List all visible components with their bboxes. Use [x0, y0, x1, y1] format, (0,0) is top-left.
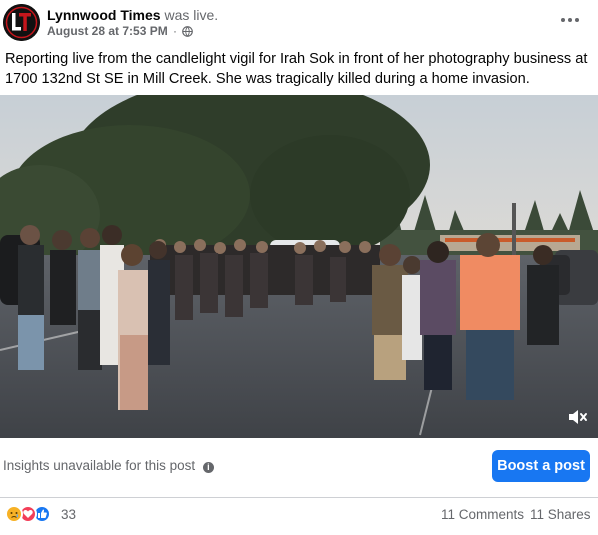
more-dot	[575, 18, 579, 22]
speaker-muted-icon[interactable]	[566, 406, 588, 428]
meta-separator: ·	[173, 24, 178, 38]
video-frame	[0, 95, 598, 438]
sad-reaction-icon	[5, 505, 23, 523]
boost-post-button[interactable]: Boost a post	[492, 450, 590, 482]
info-icon[interactable]: i	[202, 462, 214, 473]
more-dot	[568, 18, 572, 22]
author-name[interactable]: Lynnwood Times	[47, 7, 161, 23]
live-video[interactable]	[0, 95, 598, 438]
lynnwood-times-logo	[3, 4, 40, 41]
insights-status: Insights unavailable for this post i	[3, 458, 214, 473]
page-avatar[interactable]	[3, 4, 40, 41]
insights-bar: Insights unavailable for this post i Boo…	[0, 438, 598, 498]
post-meta: August 28 at 7:53 PM ·	[47, 24, 194, 39]
post-timestamp[interactable]: August 28 at 7:53 PM	[47, 24, 168, 38]
post-header: Lynnwood Times was live. August 28 at 7:…	[0, 0, 598, 42]
reaction-count[interactable]: 33	[61, 507, 76, 522]
more-dot	[561, 18, 565, 22]
post-text: Reporting live from the candlelight vigi…	[5, 51, 588, 87]
insights-label: Insights unavailable for this post	[3, 458, 196, 473]
reactions-bar: 33 11 Comments 11 Shares	[0, 498, 598, 535]
shares-count-link[interactable]: 11 Shares	[530, 507, 591, 522]
globe-icon[interactable]	[182, 26, 194, 37]
more-options-button[interactable]	[558, 10, 582, 30]
author-line: Lynnwood Times was live.	[47, 6, 218, 24]
reaction-icons[interactable]	[5, 505, 55, 524]
author-action: was live.	[164, 7, 219, 23]
comments-count-link[interactable]: 11 Comments	[441, 507, 524, 522]
